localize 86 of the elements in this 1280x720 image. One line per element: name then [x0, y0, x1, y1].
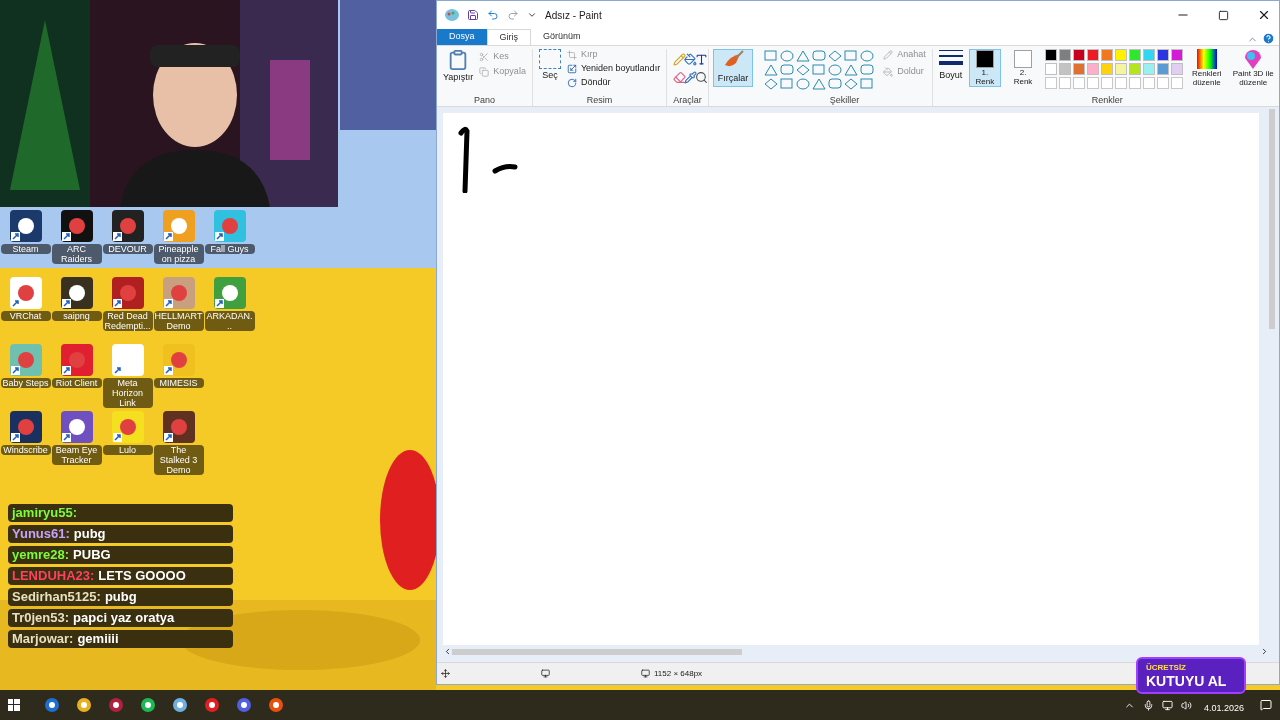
ribbon-tab[interactable]: Görünüm — [531, 29, 593, 45]
notifications-icon[interactable] — [1260, 699, 1272, 711]
color-swatch[interactable] — [1129, 63, 1142, 75]
color-swatch[interactable] — [1087, 49, 1100, 61]
color-slot-button[interactable]: 2. Renk — [1006, 49, 1040, 87]
ribbon-tab[interactable]: Dosya — [437, 29, 487, 45]
text-tool-icon[interactable] — [695, 53, 709, 66]
redo-icon[interactable] — [507, 9, 519, 21]
tool-icon — [883, 49, 894, 60]
help-icon[interactable] — [1262, 32, 1275, 45]
ribbon-tab[interactable]: Giriş — [486, 29, 531, 45]
color-swatch[interactable] — [1143, 49, 1156, 61]
spectrum-icon — [1196, 49, 1217, 69]
horizontal-scrollbar[interactable] — [452, 648, 742, 655]
color-swatch[interactable] — [1073, 63, 1086, 75]
color-swatch[interactable] — [1171, 49, 1184, 61]
tool-icon — [566, 49, 577, 60]
color-swatch[interactable] — [1171, 63, 1184, 75]
taskbar-app-icon[interactable] — [108, 697, 124, 713]
network-icon[interactable] — [1161, 699, 1173, 711]
taskbar-date[interactable]: 4.01.2026 — [1203, 702, 1244, 716]
color-swatch[interactable] — [1073, 49, 1086, 61]
taskbar-app-icon[interactable] — [268, 697, 284, 713]
group-label: Renkler — [1091, 94, 1123, 106]
color-swatch[interactable] — [1087, 63, 1100, 75]
taskbar-app-icon[interactable] — [236, 697, 252, 713]
color-swatch[interactable] — [1059, 49, 1072, 61]
color-slot-button[interactable]: 1. Renk — [968, 49, 1001, 87]
group-label: Pano — [473, 94, 495, 106]
volume-icon[interactable] — [1180, 699, 1192, 711]
group-label: Resim — [586, 94, 613, 106]
close-icon[interactable] — [1257, 8, 1271, 22]
brushes-button[interactable]: Fırçalar — [712, 49, 754, 87]
ribbon-button[interactable]: Döndür — [566, 77, 661, 88]
tool-icon — [479, 51, 490, 62]
color-swatch[interactable] — [1101, 63, 1114, 75]
vertical-scrollbar[interactable] — [1269, 109, 1275, 329]
save-icon[interactable] — [467, 9, 479, 21]
ribbon-button[interactable]: Yeniden boyutlandır — [566, 63, 661, 74]
caret-icon[interactable] — [527, 10, 537, 20]
group-label: Araçlar — [673, 94, 702, 106]
maximize-icon[interactable] — [1218, 9, 1229, 21]
edit-colors-button[interactable]: Renkleri düzenle — [1189, 49, 1225, 87]
taskbar-app-icon[interactable] — [172, 697, 188, 713]
undo-icon[interactable] — [487, 9, 499, 21]
color-swatch[interactable] — [1129, 49, 1142, 61]
microphone-icon[interactable] — [1142, 699, 1154, 711]
move-icon — [441, 669, 450, 678]
tool-icon — [566, 77, 577, 88]
taskbar-app-icon[interactable] — [140, 697, 156, 713]
color-swatch[interactable] — [1157, 63, 1170, 75]
color-swatch[interactable] — [1143, 63, 1156, 75]
tool-icon — [566, 63, 577, 74]
select-button[interactable]: Seç — [538, 49, 561, 83]
paint-app-icon — [445, 9, 459, 21]
color-swatch[interactable] — [1157, 49, 1170, 61]
size-button[interactable]: Boyut — [938, 49, 963, 83]
taskbar-app-icon[interactable] — [76, 697, 92, 713]
paste-button[interactable]: Yapıştır — [443, 49, 474, 85]
color-swatch[interactable] — [1115, 63, 1128, 75]
start-icon[interactable] — [8, 699, 20, 711]
ad-banner[interactable]: ÜCRETSİZ KUTUYU AL — [1136, 657, 1246, 694]
window-title: Adsız - Paint — [545, 8, 602, 23]
color-swatch[interactable] — [1059, 63, 1072, 75]
eraser-icon[interactable] — [673, 71, 687, 84]
fill-bucket-icon[interactable] — [684, 53, 698, 66]
tool-icon — [883, 66, 894, 77]
color-swatch[interactable] — [1101, 49, 1114, 61]
pencil-icon[interactable] — [673, 53, 687, 66]
tool-icon — [479, 66, 490, 77]
taskbar-app-icon[interactable] — [44, 697, 60, 713]
color-swatch[interactable] — [1045, 49, 1058, 61]
scroll-left-icon[interactable] — [443, 647, 452, 656]
paint-3d-button[interactable]: Paint 3D ile düzenle — [1230, 49, 1276, 87]
color-swatch[interactable] — [1045, 63, 1058, 75]
scroll-right-icon[interactable] — [1260, 647, 1269, 656]
group-label: Şekiller — [829, 94, 860, 106]
taskbar-app-icon[interactable] — [204, 697, 220, 713]
color-picker-icon[interactable] — [684, 71, 698, 84]
canvas-size-icon — [641, 669, 650, 678]
color-swatch[interactable] — [1115, 49, 1128, 61]
selection-size-icon — [541, 669, 550, 678]
canvas-size: 1152 × 648px — [654, 667, 703, 680]
selection-icon — [538, 49, 561, 69]
paint-3d-icon — [1244, 49, 1263, 69]
magnifier-icon[interactable] — [695, 71, 709, 84]
